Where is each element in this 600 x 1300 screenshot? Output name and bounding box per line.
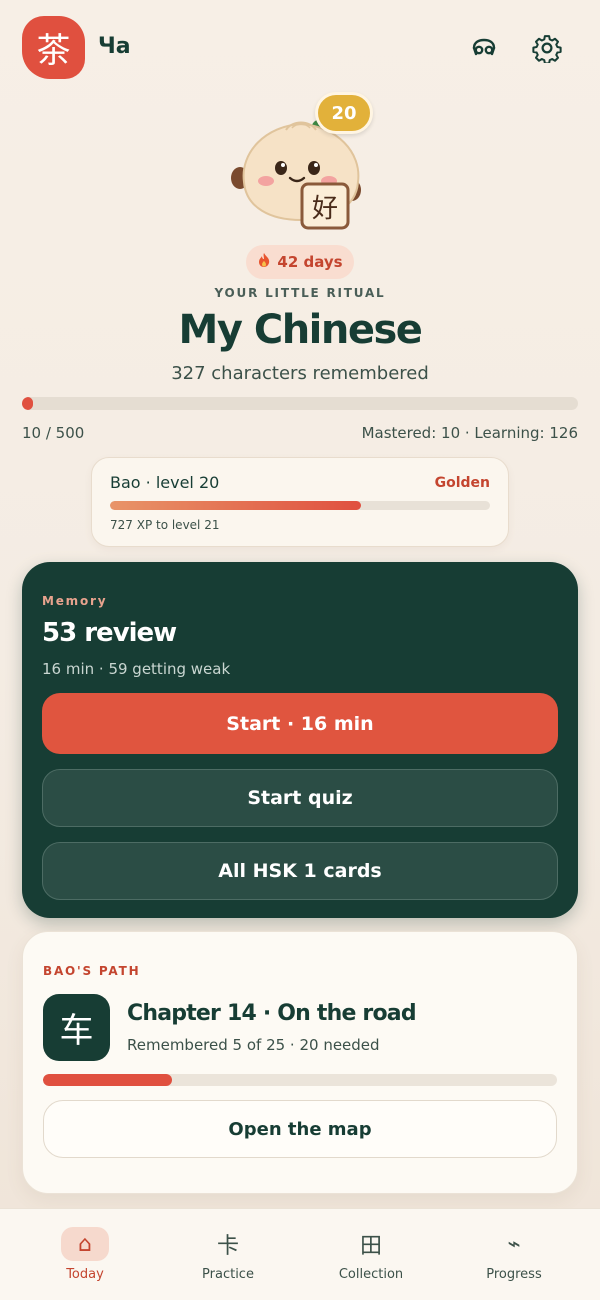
app-name: Ча: [98, 34, 131, 59]
nav-item-progress[interactable]: ⌁ Progress: [439, 1209, 589, 1300]
streak-badge: 42 days: [246, 245, 354, 279]
progress-breakdown: Mastered: 10 · Learning: 126: [361, 424, 578, 442]
memory-title: 53 review: [42, 618, 177, 648]
open-map-button[interactable]: Open the map: [43, 1100, 557, 1158]
chapter-char: 车: [59, 1011, 94, 1051]
streak-label: 42 days: [277, 253, 343, 271]
home-icon: ⌂: [61, 1227, 109, 1261]
all-cards-button[interactable]: All HSK 1 cards: [42, 842, 558, 900]
nav-label-today: Today: [66, 1267, 104, 1282]
face-icon[interactable]: [466, 30, 502, 66]
fire-icon: [257, 252, 271, 272]
bao-xp-text: 727 XP to level 21: [110, 518, 220, 532]
bao-tier-label: Golden: [434, 475, 490, 491]
progress-icon: ⌁: [507, 1231, 521, 1257]
overall-progress-bar: [22, 397, 578, 410]
bao-level-card[interactable]: Bao · level 20 Golden 727 XP to level 21: [91, 457, 509, 547]
path-overline: BAO'S PATH: [43, 964, 141, 978]
level-badge: 20: [315, 92, 373, 134]
chapter-icon: 车: [43, 994, 110, 1061]
memory-overline: Memory: [42, 594, 108, 608]
collection-icon: 田: [359, 1234, 382, 1259]
mascot-sign-char: 好: [311, 193, 338, 224]
memory-subtitle: 16 min · 59 getting weak: [42, 660, 231, 678]
start-quiz-button[interactable]: Start quiz: [42, 769, 558, 827]
page-title: My Chinese: [178, 307, 423, 353]
progress-count: 10 / 500: [22, 424, 85, 442]
nav-label-practice: Practice: [202, 1267, 254, 1282]
app-logo: 茶: [22, 16, 85, 79]
nav-item-today[interactable]: ⌂ Today: [10, 1209, 160, 1300]
nav-item-collection[interactable]: 田 Collection: [296, 1209, 446, 1300]
logo-char: 茶: [36, 31, 71, 71]
nav-item-practice[interactable]: 卡 Practice: [153, 1209, 303, 1300]
nav-label-collection: Collection: [338, 1267, 404, 1282]
bao-path-card: BAO'S PATH 车 Chapter 14 · On the road Re…: [22, 931, 578, 1194]
hero-overline: YOUR LITTLE RITUAL: [214, 286, 386, 300]
bao-xp-bar: [110, 501, 490, 510]
bottom-nav: ⌂ Today 卡 Practice 田 Collection ⌁ Progre…: [0, 1208, 600, 1300]
start-review-button[interactable]: Start · 16 min: [42, 693, 558, 754]
practice-icon: 卡: [216, 1234, 239, 1259]
bao-level-title: Bao · level 20: [110, 473, 220, 492]
chapter-subtitle: Remembered 5 of 25 · 20 needed: [127, 1036, 380, 1054]
memory-card: Memory 53 review 16 min · 59 getting wea…: [22, 562, 578, 918]
bao-xp-fill: [110, 501, 361, 510]
nav-label-progress: Progress: [486, 1267, 542, 1282]
page-subtitle: 327 characters remembered: [171, 363, 429, 384]
chapter-title: Chapter 14 · On the road: [127, 1001, 417, 1026]
gear-icon[interactable]: [529, 30, 565, 66]
chapter-progress-fill: [43, 1074, 172, 1086]
chapter-progress-bar: [43, 1074, 557, 1086]
overall-progress-fill: [22, 397, 34, 410]
